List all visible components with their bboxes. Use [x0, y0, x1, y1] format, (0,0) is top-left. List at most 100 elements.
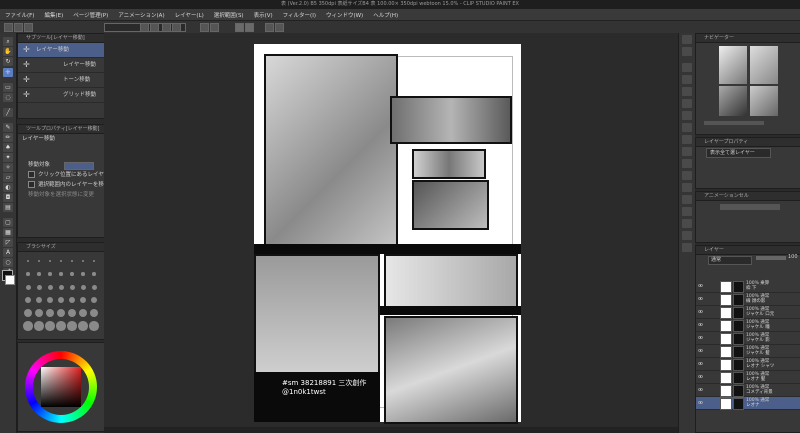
brush-size-preset[interactable]	[46, 296, 54, 304]
brush-size-preset[interactable]	[78, 321, 88, 331]
menu-page[interactable]: ページ管理(P)	[68, 11, 113, 19]
brush-size-preset[interactable]	[57, 309, 65, 317]
brush-size-preset[interactable]	[35, 296, 43, 304]
fill-bucket-icon[interactable]: ◘	[3, 193, 13, 202]
airbrush-icon[interactable]: ✦	[3, 153, 13, 162]
material-icon-10[interactable]	[682, 171, 692, 180]
material-icon-12[interactable]	[682, 195, 692, 204]
sub-color-swatch[interactable]	[5, 275, 15, 285]
brush-size-preset[interactable]	[93, 260, 95, 262]
navigator-thumb-2[interactable]	[750, 46, 778, 84]
layer-selector-dropdown[interactable]: 表示全て選レイヤー	[706, 148, 771, 158]
select-after-move-option[interactable]: 移動対象を選択状態に変更	[18, 190, 104, 200]
brush-size-preset[interactable]	[37, 272, 41, 276]
fill-icon[interactable]	[275, 23, 284, 32]
material-icon-7[interactable]	[682, 135, 692, 144]
save-icon[interactable]	[24, 23, 33, 32]
move-icon[interactable]: ✛	[3, 68, 13, 77]
brush-size-preset[interactable]	[27, 260, 29, 262]
menu-view[interactable]: 表示(V)	[249, 11, 278, 19]
brush-size-preset[interactable]	[56, 321, 66, 331]
navigator-thumb-3[interactable]	[719, 86, 747, 116]
hand-icon[interactable]: ✋	[3, 47, 13, 56]
zoom-icon[interactable]: ⌕	[3, 37, 13, 46]
layer-row[interactable]: 100% 通常 ジャケル 髪	[696, 345, 800, 358]
gradient-icon[interactable]: ▤	[3, 203, 13, 212]
eye-icon[interactable]	[698, 335, 703, 340]
pencil-icon[interactable]: ✏	[3, 133, 13, 142]
click-position-option[interactable]: クリック位置にあるレイヤーを移動	[18, 170, 126, 180]
material-icon[interactable]	[682, 63, 692, 72]
brush-size-preset[interactable]	[23, 321, 33, 331]
snap-icon[interactable]	[200, 23, 209, 32]
select-icon[interactable]: ▭	[3, 83, 13, 92]
layer-row[interactable]: 100% 通常 レオナ	[696, 397, 800, 410]
checkbox[interactable]	[28, 171, 35, 178]
brush-size-preset[interactable]	[48, 272, 52, 276]
brush-size-preset[interactable]	[79, 309, 87, 317]
opacity-slider[interactable]	[756, 256, 786, 260]
brush-size-preset[interactable]	[38, 260, 40, 262]
material-icon-2[interactable]	[682, 75, 692, 84]
open-file-icon[interactable]	[14, 23, 23, 32]
saturation-value-square[interactable]	[41, 367, 81, 407]
layer-row[interactable]: 100% 通常 レオナ シャツ	[696, 358, 800, 371]
menu-layer[interactable]: レイヤー(L)	[170, 11, 209, 19]
move-target-row[interactable]: 移動対象	[18, 160, 104, 170]
material-icon-4[interactable]	[682, 99, 692, 108]
new-file-icon[interactable]	[4, 23, 13, 32]
brush-size-preset[interactable]	[79, 296, 87, 304]
material-icon-13[interactable]	[682, 207, 692, 216]
eye-icon[interactable]	[698, 374, 703, 379]
brush-size-preset[interactable]	[35, 309, 43, 317]
checkbox[interactable]	[28, 181, 35, 188]
layer-row[interactable]: 100% 通常線 顔の影	[696, 293, 800, 306]
brush-size-preset[interactable]	[25, 284, 31, 290]
brush-size-preset[interactable]	[67, 321, 77, 331]
brush-size-preset[interactable]	[49, 260, 51, 262]
brush-size-preset[interactable]	[89, 321, 99, 331]
navigator-thumb-4[interactable]	[750, 86, 778, 116]
subtool-item-layer-move[interactable]: ✛ レイヤー移動	[18, 43, 104, 58]
menu-help[interactable]: ヘルプ(H)	[368, 11, 403, 19]
menu-window[interactable]: ウィンドウ(W)	[321, 11, 368, 19]
brush-size-preset[interactable]	[90, 296, 98, 304]
brush-size-preset[interactable]	[68, 309, 76, 317]
layer-row[interactable]: 100% 通常 ジャケル 瞳	[696, 319, 800, 332]
brush-size-preset[interactable]	[91, 284, 97, 290]
blend-mode-select[interactable]: 通常	[708, 256, 752, 265]
pen-icon[interactable]: ✎	[3, 123, 13, 132]
brush-size-preset[interactable]	[71, 260, 73, 262]
menu-animation[interactable]: アニメーション(A)	[113, 11, 169, 19]
selection-range-option[interactable]: 選択範囲内のレイヤーを移動	[18, 180, 109, 190]
brush-size-preset[interactable]	[34, 321, 44, 331]
menu-selection[interactable]: 選択範囲(S)	[209, 11, 249, 19]
layer-row[interactable]: 100% 通常 ジャケル 影	[696, 332, 800, 345]
material-icon-9[interactable]	[682, 159, 692, 168]
figure-icon[interactable]: ▢	[3, 218, 13, 227]
brush-size-preset[interactable]	[24, 296, 32, 304]
balloon-icon[interactable]: ○	[3, 258, 13, 267]
brush-size-preset[interactable]	[60, 260, 62, 262]
eye-icon[interactable]	[698, 283, 703, 288]
menu-file[interactable]: ファイル(F)	[0, 11, 39, 19]
material-icon-3[interactable]	[682, 87, 692, 96]
brush-size-preset[interactable]	[70, 272, 74, 276]
brush-size-preset[interactable]	[46, 309, 54, 317]
layer-row[interactable]: 100% 乗算枠 下	[696, 280, 800, 293]
rotate-icon[interactable]: ↻	[3, 57, 13, 66]
subtool-item-tone-move[interactable]: ✛ トーン移動	[18, 73, 104, 88]
eye-icon[interactable]	[698, 309, 703, 314]
clear-icon[interactable]	[162, 23, 171, 32]
brush-size-preset[interactable]	[90, 309, 98, 317]
ruler-tool-icon[interactable]: ◸	[3, 238, 13, 247]
brush-size-preset[interactable]	[82, 260, 84, 262]
zoom-slider[interactable]	[704, 121, 764, 125]
navigator-thumb-1[interactable]	[719, 46, 747, 84]
navigator-icon[interactable]	[682, 35, 692, 44]
ruler-icon[interactable]	[210, 23, 219, 32]
layer-row[interactable]: 100% 通常 レオナ 髪	[696, 371, 800, 384]
frame-icon[interactable]: ▦	[3, 228, 13, 237]
brush-size-preset[interactable]	[92, 272, 96, 276]
grid-icon[interactable]	[235, 23, 244, 32]
